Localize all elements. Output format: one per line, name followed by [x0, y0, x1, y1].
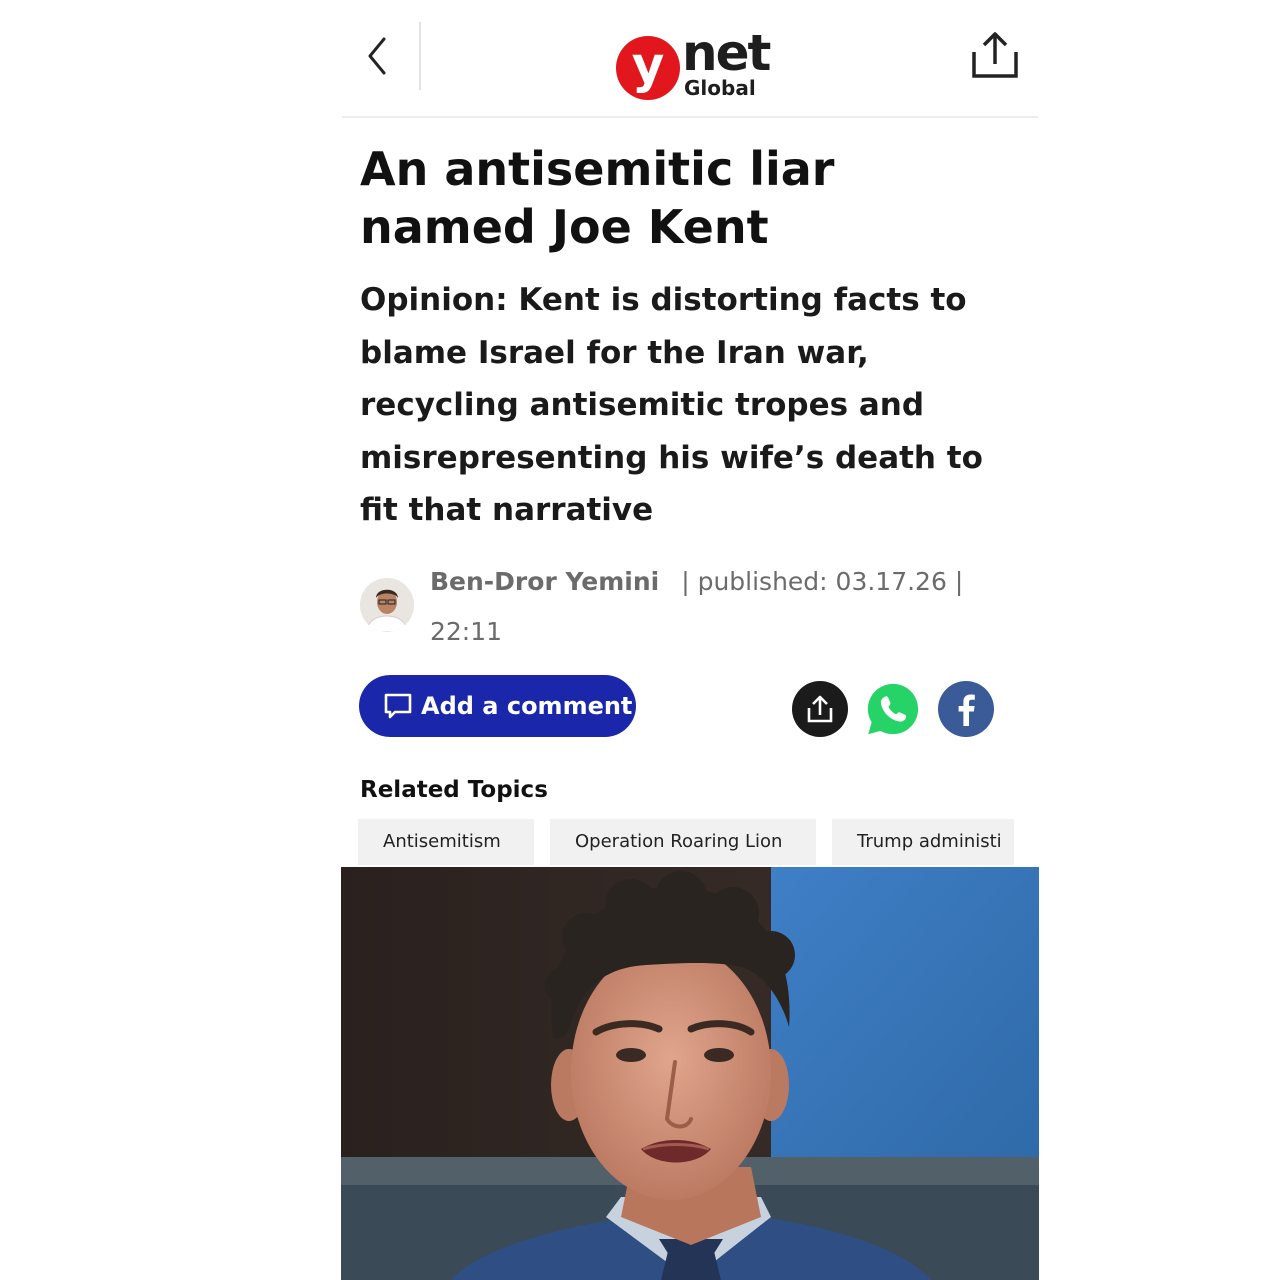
whatsapp-icon — [867, 683, 919, 735]
author-name[interactable]: Ben-Dror Yemini — [430, 567, 659, 596]
article-subheadline: Opinion: Kent is distorting facts to bla… — [360, 282, 983, 528]
divider — [419, 22, 421, 90]
related-topics-heading: Related Topics — [360, 777, 548, 803]
related-topics-list: Antisemitism Operation Roaring Lion Trum… — [358, 819, 1014, 865]
byline: Ben-Dror Yemini | published: 03.17.26 | — [430, 562, 963, 602]
ynet-global-logo[interactable]: y net Global — [614, 24, 771, 108]
chevron-left-icon — [368, 37, 386, 75]
published-date: published: 03.17.26 — [697, 567, 947, 596]
article-screen: y net Global An antisemitic liar named J… — [0, 0, 1280, 1280]
share-icon — [807, 695, 833, 723]
comment-icon — [383, 691, 413, 721]
logo-subtitle: Global — [684, 76, 756, 100]
share-button-top[interactable] — [968, 28, 1022, 82]
facebook-share-button[interactable] — [938, 681, 994, 737]
byline-separator: | — [681, 567, 690, 596]
logo-wordmark: net — [682, 24, 771, 82]
topic-chip-antisemitism[interactable]: Antisemitism — [358, 819, 534, 865]
article-headline: An antisemitic liar named Joe Kent — [360, 142, 835, 254]
article-hero-image — [341, 867, 1039, 1280]
logo-circle: y — [616, 36, 680, 100]
byline-separator: | — [954, 567, 964, 596]
share-button[interactable] — [792, 681, 848, 737]
share-icon — [972, 32, 1018, 78]
topic-chip-operation-roaring-lion[interactable]: Operation Roaring Lion — [550, 819, 816, 865]
topic-chip-trump-administration[interactable]: Trump administi — [832, 819, 1014, 865]
whatsapp-share-button[interactable] — [865, 681, 921, 737]
add-comment-label: Add a comment — [421, 692, 633, 720]
facebook-icon — [958, 694, 975, 726]
published-time: 22:11 — [430, 617, 503, 646]
author-avatar[interactable] — [360, 578, 414, 632]
back-button[interactable] — [360, 34, 394, 78]
add-comment-button[interactable]: Add a comment — [359, 675, 636, 737]
top-bar: y net Global — [342, 12, 1038, 118]
